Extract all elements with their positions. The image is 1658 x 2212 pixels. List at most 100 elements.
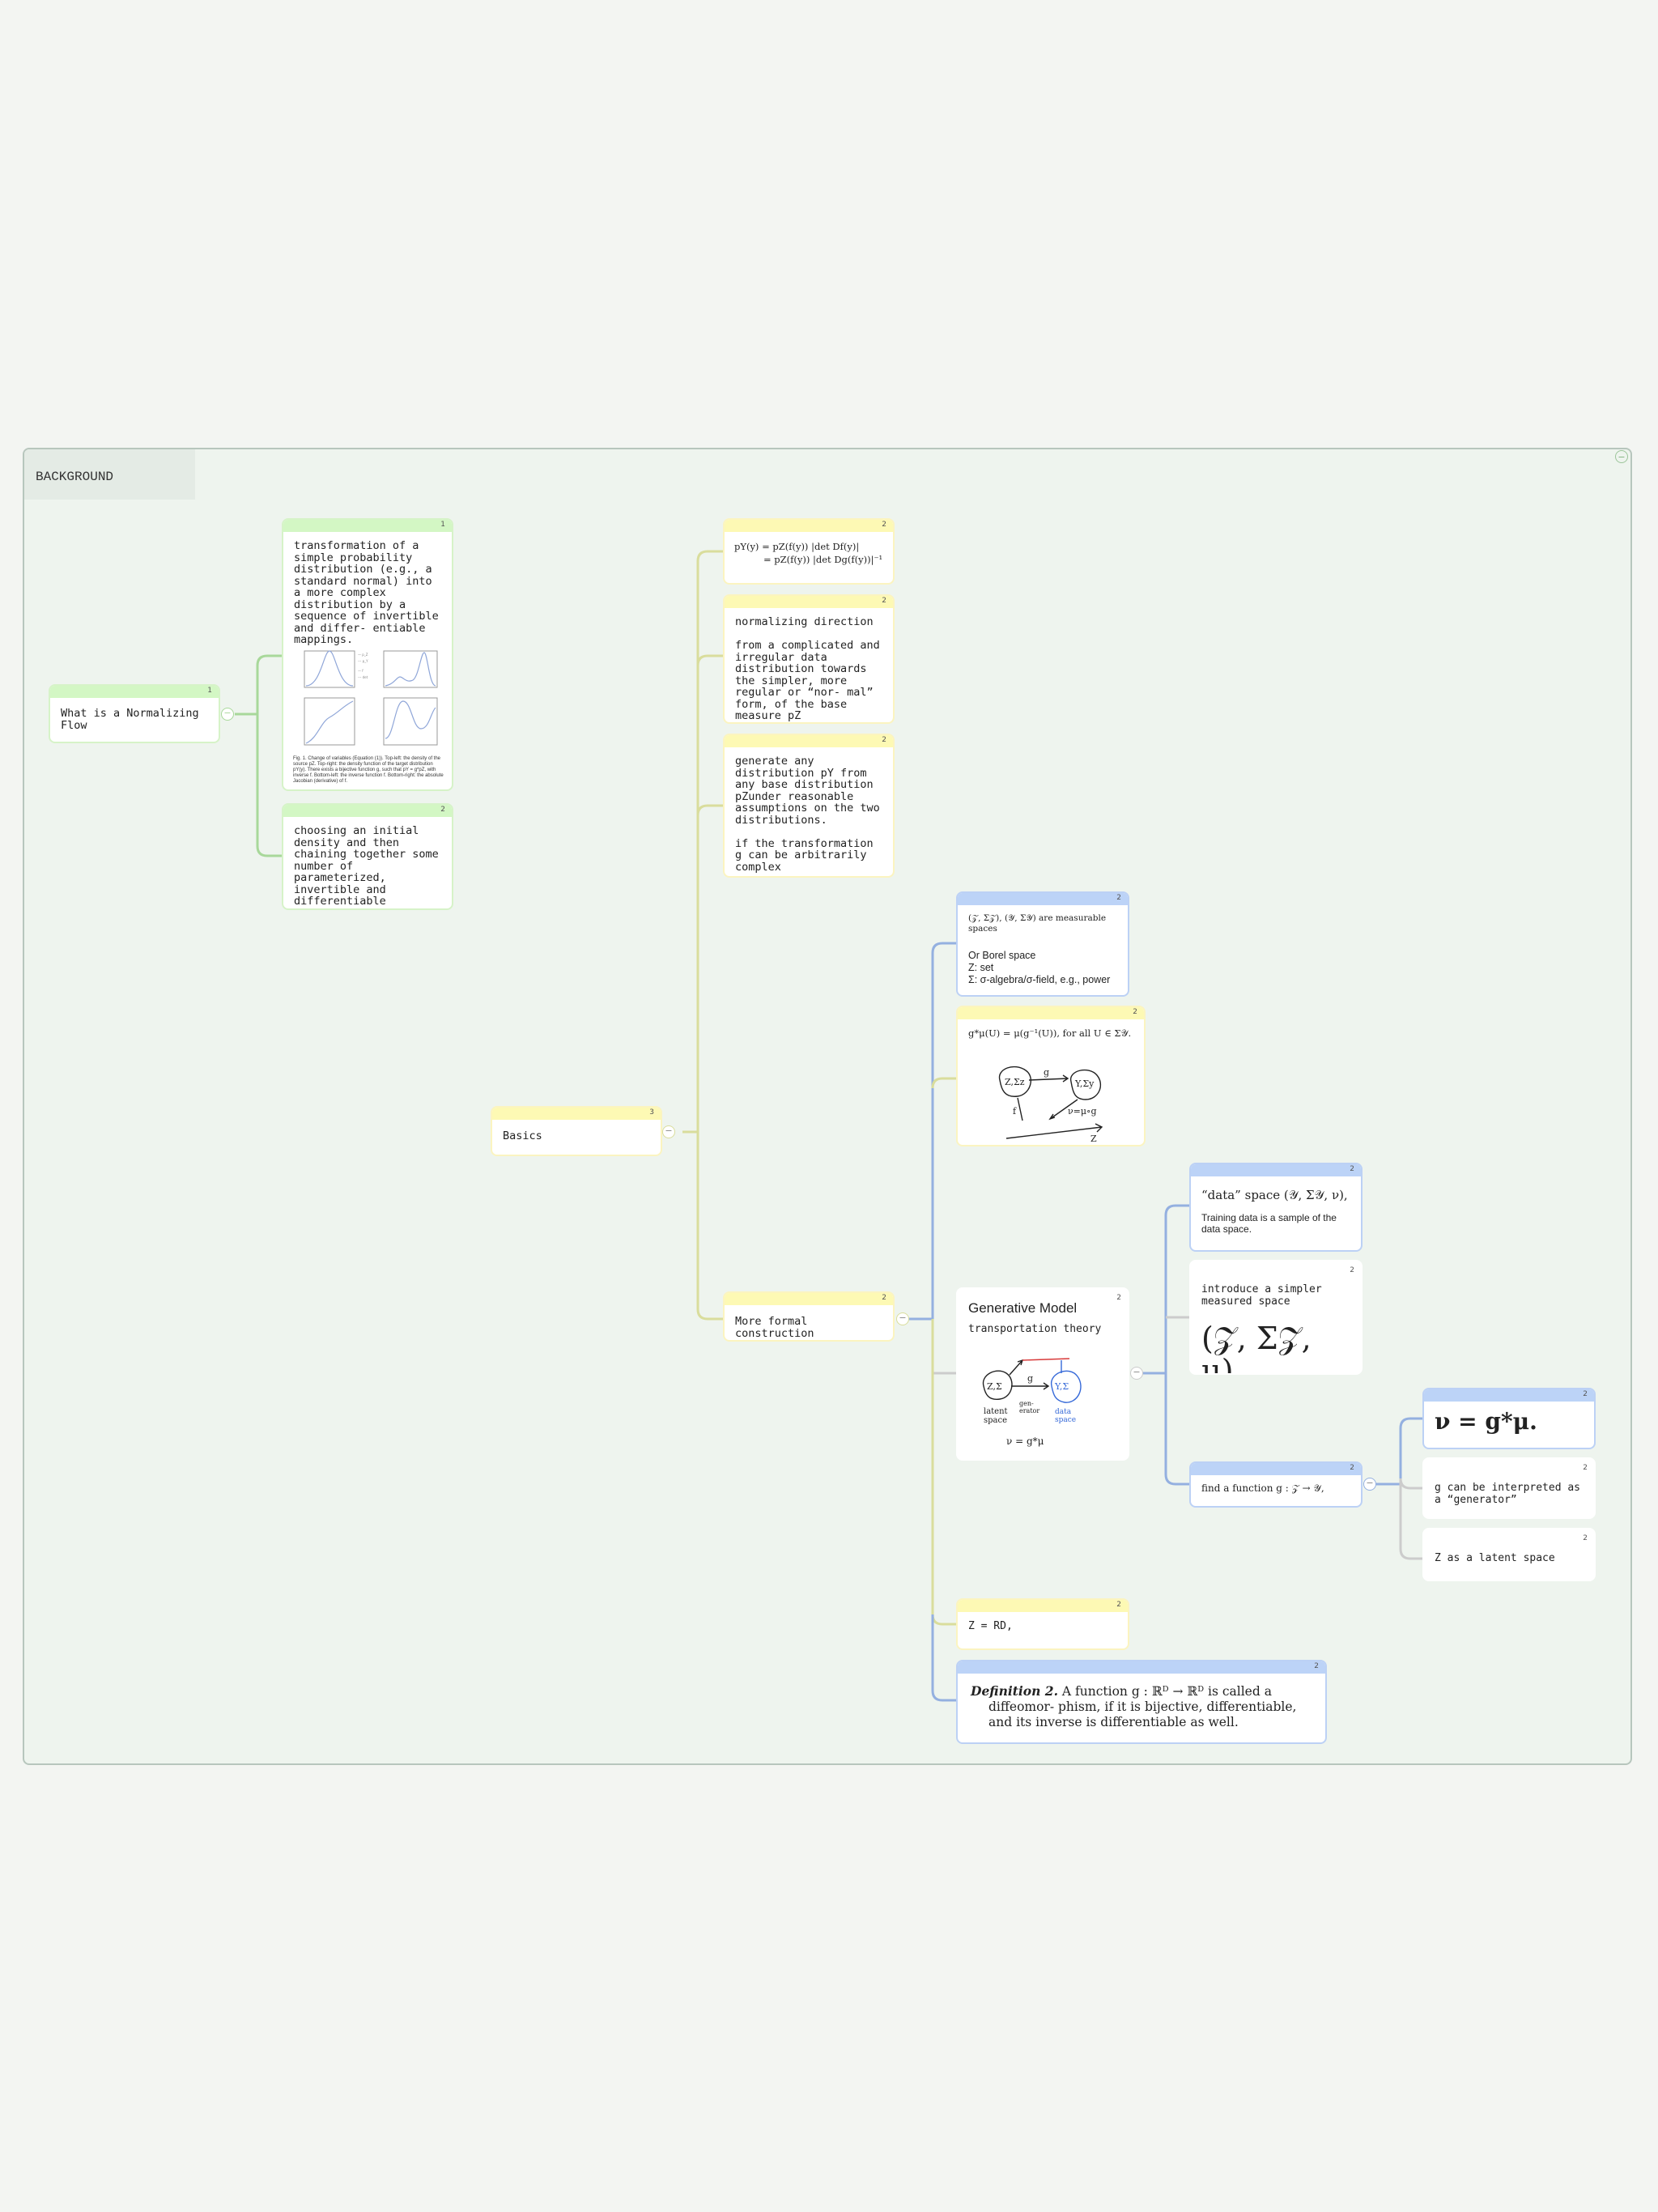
card-z-equals-rd[interactable]: 2 Z = RD, — [956, 1598, 1129, 1650]
definition-lead: Definition 2. — [971, 1683, 1058, 1699]
link-formal-zrd — [931, 1319, 957, 1626]
dataspace-math: “data” space (𝒴, Σ𝒴, ν), — [1201, 1188, 1348, 1202]
card-text: More formal construction — [735, 1315, 814, 1340]
card-count: 2 — [1116, 1294, 1121, 1302]
generative-sketch: Z,Σ Y,Σ g latent space gen-erator data spa… — [982, 1358, 1082, 1447]
card-what-is-normalizing-flow[interactable]: 1 What is a Normalizing Flow — [49, 684, 220, 743]
collapse-basics[interactable]: − — [662, 1125, 675, 1138]
card-count: 1 — [207, 687, 212, 695]
formula-line-2: = pZ(f(y)) |det Dg(f(y))|⁻¹ — [763, 554, 883, 565]
link-root-def — [235, 654, 283, 716]
card-text: Training data is a sample of the data sp… — [1201, 1212, 1337, 1235]
generative-title: Generative Model — [968, 1300, 1078, 1316]
plot-source-density — [304, 650, 355, 688]
pushforward-sketch: Z,Σz Y,Σy g f ν=μ∘g Z — [998, 1066, 1103, 1144]
card-count: 2 — [1583, 1464, 1588, 1472]
sketch-g-arrow-label: g — [1027, 1373, 1033, 1384]
collapse-formal[interactable]: − — [896, 1312, 909, 1325]
card-count: 2 — [882, 521, 886, 529]
link-find-gen — [1399, 1478, 1423, 1490]
sketch-latent-label: latent space — [984, 1407, 1008, 1425]
formula-line-1: pY(y) = pZ(f(y)) |det Df(y)| — [734, 541, 860, 552]
card-text: choosing an initial density and then cha… — [294, 824, 439, 908]
connector-lines — [235, 550, 1423, 1702]
card-text: normalizing direction from a complicated… — [735, 615, 880, 722]
card-count: 2 — [1583, 1390, 1588, 1398]
link-gen-findfn — [1164, 1373, 1190, 1486]
card-count: 2 — [1350, 1266, 1354, 1274]
card-diffeomorphism-definition[interactable]: 2 Definition 2. A function g : ℝᴰ → ℝᴰ i… — [956, 1660, 1327, 1744]
sketch-nu-label: ν=μ∘g — [1068, 1106, 1097, 1117]
sketch-y-label: Y,Σy — [1074, 1078, 1095, 1089]
card-count: 2 — [1116, 894, 1121, 902]
card-text: Z as a latent space — [1435, 1552, 1555, 1564]
card-latent-space[interactable]: 2 Z as a latent space — [1422, 1528, 1596, 1581]
card-count: 2 — [882, 736, 886, 744]
card-more-formal-construction[interactable]: 2 More formal construction — [723, 1291, 895, 1342]
link-gen-dataspace — [1141, 1204, 1190, 1375]
svg-text:--- det: --- det — [358, 675, 368, 679]
link-formal-diffeo — [931, 1614, 957, 1702]
link-basics-normdir — [696, 654, 725, 666]
card-text: transformation of a simple probability d… — [294, 539, 445, 646]
svg-text:— p_Z: — p_Z — [358, 653, 368, 657]
sketch-zs-label: Z,Σ — [987, 1381, 1002, 1392]
collapse-findfn[interactable]: − — [1363, 1478, 1376, 1491]
sketch-z-label: Z,Σz — [1005, 1077, 1025, 1087]
link-basics-generate — [696, 804, 725, 816]
card-count: 2 — [882, 1294, 886, 1302]
card-find-function[interactable]: 2 find a function g : 𝒵 → 𝒴, — [1189, 1461, 1363, 1508]
card-nu-pushforward[interactable]: 2 ν = g*μ. — [1422, 1388, 1596, 1449]
generative-subtitle: transportation theory — [968, 1323, 1102, 1335]
card-count: 2 — [1314, 1662, 1319, 1670]
sketch-f-label: f — [1013, 1106, 1017, 1117]
card-basics[interactable]: 3 Basics — [491, 1106, 662, 1156]
card-data-space[interactable]: 2 “data” space (𝒴, Σ𝒴, ν), Training data… — [1189, 1163, 1363, 1252]
card-normalizing-direction[interactable]: 2 normalizing direction from a complicat… — [723, 594, 895, 724]
card-count: 2 — [440, 806, 445, 814]
card-generate-distribution[interactable]: 2 generate any distribution pY from any … — [723, 734, 895, 878]
card-text: Basics — [503, 1129, 542, 1142]
card-count: 2 — [1133, 1008, 1137, 1016]
card-change-of-variables-formula[interactable]: 2 pY(y) = pZ(f(y)) |det Df(y)| = pZ(f(y)… — [723, 518, 895, 585]
card-count: 1 — [440, 521, 445, 529]
card-count: 2 — [1350, 1165, 1354, 1173]
pushforward-math: g*μ(U) = μ(g⁻¹(U)), for all U ∈ Σ𝒴. — [968, 1027, 1132, 1039]
collapse-root[interactable]: − — [221, 708, 234, 721]
card-simpler-measured-space[interactable]: 2 introduce a simpler measured space (𝒵,… — [1189, 1260, 1363, 1375]
card-text: introduce a simpler measured space — [1201, 1283, 1329, 1308]
card-count: 2 — [1583, 1534, 1588, 1542]
card-text: What is a Normalizing Flow — [61, 707, 206, 732]
card-count: 3 — [649, 1108, 654, 1117]
figure-caption: Fig. 1. Change of variables (Equation (1… — [293, 756, 444, 784]
card-text: generate any distribution pY from any ba… — [735, 755, 880, 874]
svg-text:--- p_Y: --- p_Y — [358, 659, 368, 663]
card-text: g can be interpreted as a “generator” — [1435, 1482, 1587, 1506]
card-pushforward-measure[interactable]: 2 g*μ(U) = μ(g⁻¹(U)), for all U ∈ Σ𝒴. Z,… — [956, 1006, 1146, 1146]
link-find-nu — [1376, 1417, 1423, 1486]
card-text: Z = RD, — [968, 1620, 1013, 1632]
sketch-ys-label: Y,Σ — [1054, 1381, 1069, 1392]
sketch-generator-label: gen-erator — [1019, 1400, 1039, 1414]
sketch-data-label: data space — [1055, 1408, 1076, 1424]
card-text: Or Borel space Z: set Σ: σ-algebra/σ-fie… — [968, 950, 1111, 985]
card-measurable-spaces[interactable]: 2 (𝒵, Σ𝒵), (𝒴, Σ𝒴) are measurable spaces… — [956, 891, 1129, 997]
card-count: 2 — [882, 597, 886, 605]
card-count: 2 — [1350, 1464, 1354, 1472]
card-generative-model[interactable]: 2 Generative Model transportation theory… — [956, 1287, 1129, 1461]
simpler-math: (𝒵, Σ𝒵, μ) — [1201, 1321, 1312, 1375]
sketch-zaxis-label: Z — [1090, 1134, 1097, 1144]
measurable-math: (𝒵, Σ𝒵), (𝒴, Σ𝒴) are measurable spaces — [968, 913, 1107, 934]
link-find-latent — [1399, 1484, 1423, 1560]
collapse-generative[interactable]: − — [1130, 1367, 1143, 1380]
link-basics-formal — [696, 1132, 725, 1321]
card-choosing-initial-density[interactable]: 2 choosing an initial density and then c… — [282, 803, 453, 910]
findfn-math: find a function g : 𝒵 → 𝒴, — [1201, 1482, 1324, 1494]
link-formal-pushforward — [931, 1077, 957, 1089]
card-definition[interactable]: 1 transformation of a simple probability… — [282, 518, 453, 791]
link-basics-formula — [682, 550, 725, 1134]
link-formal-measurable — [907, 942, 957, 1321]
card-generator[interactable]: 2 g can be interpreted as a “generator” — [1422, 1457, 1596, 1519]
sketch-g-label: g — [1044, 1067, 1049, 1078]
svg-text:— f: — f — [358, 669, 363, 673]
